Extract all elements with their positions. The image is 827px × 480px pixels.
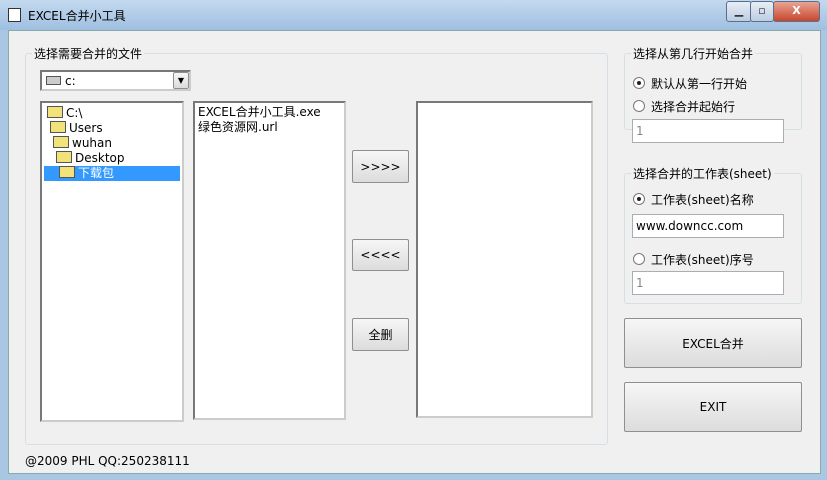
sheet-name-input[interactable]: www.downcc.com bbox=[632, 214, 784, 238]
sheet-index-input[interactable]: 1 bbox=[632, 271, 784, 295]
minimize-button[interactable]: ▁ bbox=[726, 1, 752, 22]
start-row-input[interactable]: 1 bbox=[632, 119, 784, 143]
folder-icon bbox=[56, 151, 72, 163]
folder-icon bbox=[47, 106, 63, 118]
dir-item[interactable]: C:\ bbox=[44, 106, 180, 121]
sheet-group-label: 选择合并的工作表(sheet) bbox=[633, 167, 772, 181]
folder-icon bbox=[50, 121, 66, 133]
start-row-group-label: 选择从第几行开始合并 bbox=[633, 47, 754, 61]
window-title: EXCEL合并小工具 bbox=[28, 9, 126, 23]
radio-icon bbox=[633, 253, 645, 265]
dir-item[interactable]: Desktop bbox=[44, 151, 180, 166]
app-icon bbox=[8, 8, 21, 22]
drive-icon bbox=[46, 76, 61, 85]
file-list[interactable]: EXCEL合并小工具.exe 绿色资源网.url bbox=[193, 101, 346, 420]
radio-icon bbox=[633, 100, 645, 112]
radio-checked-icon bbox=[633, 77, 645, 89]
maximize-button[interactable]: ▫ bbox=[750, 1, 774, 22]
close-button[interactable]: X bbox=[773, 1, 820, 22]
merge-button[interactable]: EXCEL合并 bbox=[624, 318, 802, 368]
folder-icon bbox=[53, 136, 69, 148]
drive-select[interactable]: c: ▼ bbox=[40, 70, 191, 91]
dir-item-selected[interactable]: 下载包 bbox=[44, 166, 180, 181]
radio-sheet-name[interactable]: 工作表(sheet)名称 bbox=[633, 191, 754, 208]
directory-list[interactable]: C:\ Users wuhan Desktop 下载包 bbox=[40, 101, 184, 422]
add-button[interactable]: >>>> bbox=[352, 150, 409, 183]
radio-custom-row[interactable]: 选择合并起始行 bbox=[633, 98, 735, 115]
title-bar: EXCEL合并小工具 ▁ ▫ X bbox=[0, 0, 827, 30]
dir-item[interactable]: Users bbox=[44, 121, 180, 136]
clear-all-button[interactable]: 全删 bbox=[352, 318, 409, 351]
drive-value: c: bbox=[65, 74, 76, 88]
dir-item[interactable]: wuhan bbox=[44, 136, 180, 151]
radio-checked-icon bbox=[633, 193, 645, 205]
chevron-down-icon[interactable]: ▼ bbox=[173, 72, 189, 89]
exit-button[interactable]: EXIT bbox=[624, 382, 802, 432]
files-group-label: 选择需要合并的文件 bbox=[34, 47, 143, 61]
footer-text: @2009 PHL QQ:250238111 bbox=[25, 454, 190, 468]
folder-icon bbox=[59, 166, 75, 178]
radio-sheet-index[interactable]: 工作表(sheet)序号 bbox=[633, 251, 754, 268]
radio-default-row[interactable]: 默认从第一行开始 bbox=[633, 75, 747, 92]
file-item[interactable]: 绿色资源网.url bbox=[198, 120, 341, 135]
selected-file-list[interactable] bbox=[416, 101, 593, 418]
remove-button[interactable]: <<<< bbox=[352, 239, 409, 271]
file-item[interactable]: EXCEL合并小工具.exe bbox=[198, 105, 341, 120]
